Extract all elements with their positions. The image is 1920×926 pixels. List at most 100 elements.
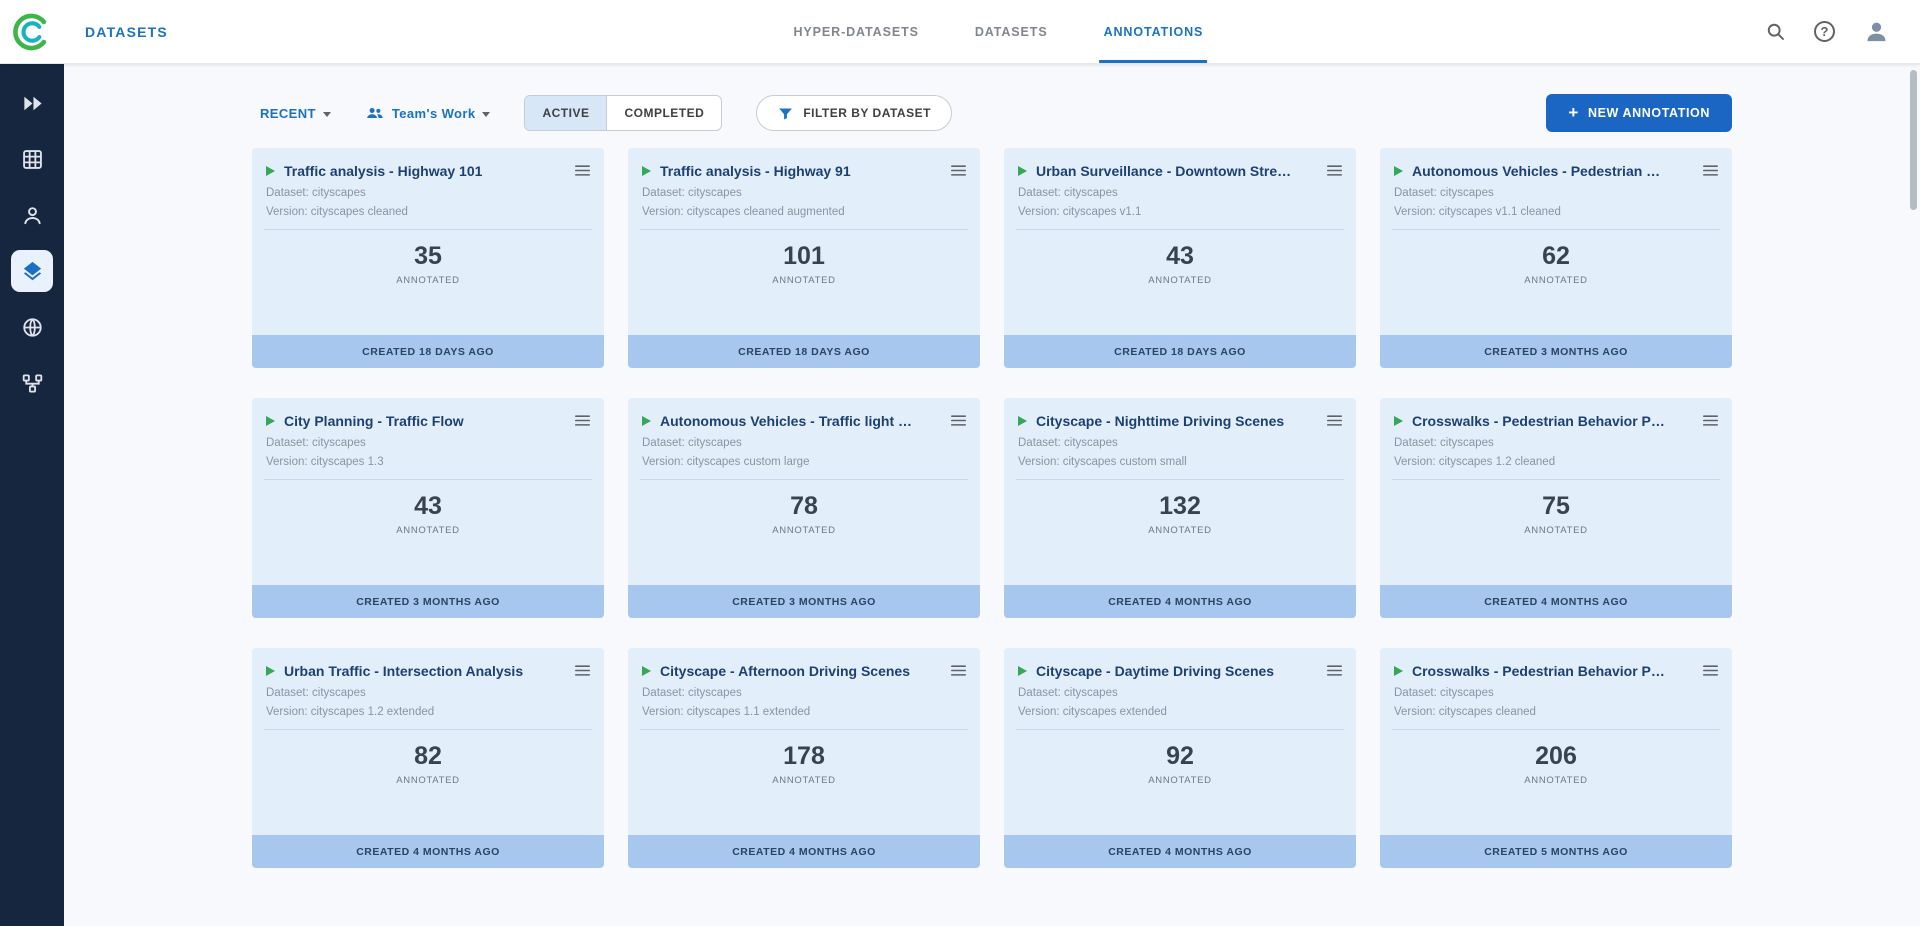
card-version: Version: cityscapes v1.1 bbox=[1004, 199, 1356, 218]
card-created-badge: CREATED 4 MONTHS AGO bbox=[252, 835, 604, 868]
new-annotation-button[interactable]: + NEW ANNOTATION bbox=[1546, 94, 1732, 132]
annotation-title: Cityscape - Afternoon Driving Scenes bbox=[660, 663, 940, 679]
card-created-badge: CREATED 3 MONTHS AGO bbox=[628, 585, 980, 618]
annotation-card[interactable]: Urban Surveillance - Downtown Stre… Data… bbox=[1004, 148, 1356, 368]
scrollbar-thumb[interactable] bbox=[1910, 70, 1917, 210]
scope-dropdown[interactable]: Team's Work bbox=[365, 103, 491, 123]
card-version: Version: cityscapes cleaned bbox=[252, 199, 604, 218]
card-version: Version: cityscapes cleaned bbox=[1380, 699, 1732, 718]
toggle-active[interactable]: ACTIVE bbox=[525, 96, 606, 130]
card-header: Cityscape - Daytime Driving Scenes bbox=[1004, 648, 1356, 680]
team-icon bbox=[365, 103, 385, 123]
play-icon bbox=[1394, 166, 1403, 176]
card-menu-icon[interactable] bbox=[573, 411, 592, 430]
card-created-badge: CREATED 3 MONTHS AGO bbox=[252, 585, 604, 618]
card-menu-icon[interactable] bbox=[949, 161, 968, 180]
tab-hyper-datasets[interactable]: HYPER-DATASETS bbox=[794, 0, 919, 63]
play-icon bbox=[266, 416, 275, 426]
card-created-badge: CREATED 4 MONTHS AGO bbox=[1380, 585, 1732, 618]
card-created-badge: CREATED 18 DAYS AGO bbox=[252, 335, 604, 368]
card-header: Urban Surveillance - Downtown Stre… bbox=[1004, 148, 1356, 180]
play-icon bbox=[642, 666, 651, 676]
sort-dropdown[interactable]: RECENT bbox=[260, 106, 331, 121]
annotated-label: ANNOTATED bbox=[1004, 775, 1356, 786]
filter-by-dataset-button[interactable]: FILTER BY DATASET bbox=[756, 95, 952, 131]
annotation-card[interactable]: Crosswalks - Pedestrian Behavior P… Data… bbox=[1380, 398, 1732, 618]
annotation-card[interactable]: Cityscape - Nighttime Driving Scenes Dat… bbox=[1004, 398, 1356, 618]
search-icon[interactable] bbox=[1765, 21, 1786, 42]
sidebar-item-pipelines[interactable] bbox=[11, 362, 53, 404]
tab-datasets[interactable]: DATASETS bbox=[975, 0, 1048, 63]
annotation-card[interactable]: Urban Traffic - Intersection Analysis Da… bbox=[252, 648, 604, 868]
header-actions: ? bbox=[1765, 18, 1890, 45]
annotation-card[interactable]: City Planning - Traffic Flow Dataset: ci… bbox=[252, 398, 604, 618]
play-icon bbox=[1018, 166, 1027, 176]
annotated-label: ANNOTATED bbox=[252, 775, 604, 786]
card-dataset: Dataset: cityscapes bbox=[1004, 180, 1356, 199]
play-icon bbox=[266, 666, 275, 676]
help-icon[interactable]: ? bbox=[1814, 21, 1835, 42]
play-icon bbox=[1394, 666, 1403, 676]
annotation-card[interactable]: Cityscape - Daytime Driving Scenes Datas… bbox=[1004, 648, 1356, 868]
card-version: Version: cityscapes 1.3 bbox=[252, 449, 604, 468]
sidebar-item-tasks[interactable] bbox=[11, 194, 53, 236]
play-icon bbox=[642, 166, 651, 176]
sidebar-item-models[interactable] bbox=[11, 306, 53, 348]
annotation-card[interactable]: Traffic analysis - Highway 101 Dataset: … bbox=[252, 148, 604, 368]
card-dataset: Dataset: cityscapes bbox=[628, 430, 980, 449]
sidebar bbox=[0, 64, 64, 926]
card-created-badge: CREATED 3 MONTHS AGO bbox=[1380, 335, 1732, 368]
card-created-badge: CREATED 4 MONTHS AGO bbox=[1004, 585, 1356, 618]
sidebar-item-annotations[interactable] bbox=[11, 250, 53, 292]
annotation-title: Urban Traffic - Intersection Analysis bbox=[284, 663, 564, 679]
scope-dropdown-label: Team's Work bbox=[392, 106, 476, 121]
card-dataset: Dataset: cityscapes bbox=[1004, 430, 1356, 449]
tab-annotations[interactable]: ANNOTATIONS bbox=[1104, 0, 1204, 63]
chevron-down-icon bbox=[323, 112, 331, 117]
header-tabs: HYPER-DATASETS DATASETS ANNOTATIONS bbox=[794, 0, 1204, 63]
page-title: DATASETS bbox=[85, 24, 168, 40]
annotation-card[interactable]: Crosswalks - Pedestrian Behavior P… Data… bbox=[1380, 648, 1732, 868]
annotated-label: ANNOTATED bbox=[1004, 525, 1356, 536]
card-menu-icon[interactable] bbox=[1701, 161, 1720, 180]
card-header: Cityscape - Afternoon Driving Scenes bbox=[628, 648, 980, 680]
card-header: Crosswalks - Pedestrian Behavior P… bbox=[1380, 398, 1732, 430]
card-header: Autonomous Vehicles - Pedestrian … bbox=[1380, 148, 1732, 180]
annotated-count: 43 bbox=[1004, 242, 1356, 271]
card-menu-icon[interactable] bbox=[1325, 661, 1344, 680]
card-menu-icon[interactable] bbox=[1701, 661, 1720, 680]
sidebar-item-quickstart[interactable] bbox=[11, 82, 53, 124]
card-header: Cityscape - Nighttime Driving Scenes bbox=[1004, 398, 1356, 430]
card-menu-icon[interactable] bbox=[1701, 411, 1720, 430]
annotation-card[interactable]: Traffic analysis - Highway 91 Dataset: c… bbox=[628, 148, 980, 368]
annotation-title: Crosswalks - Pedestrian Behavior P… bbox=[1412, 663, 1692, 679]
annotation-title: Autonomous Vehicles - Traffic light … bbox=[660, 413, 940, 429]
annotated-count: 101 bbox=[628, 242, 980, 271]
pipelines-icon bbox=[21, 372, 44, 395]
sidebar-item-datasets[interactable] bbox=[11, 138, 53, 180]
card-menu-icon[interactable] bbox=[949, 661, 968, 680]
app-logo-icon bbox=[10, 10, 54, 54]
card-dataset: Dataset: cityscapes bbox=[1380, 430, 1732, 449]
card-version: Version: cityscapes 1.1 extended bbox=[628, 699, 980, 718]
toolbar: RECENT Team's Work ACTIVE COMPLETED bbox=[252, 94, 1732, 132]
card-menu-icon[interactable] bbox=[949, 411, 968, 430]
card-menu-icon[interactable] bbox=[1325, 161, 1344, 180]
card-menu-icon[interactable] bbox=[573, 161, 592, 180]
annotation-card[interactable]: Autonomous Vehicles - Traffic light … Da… bbox=[628, 398, 980, 618]
annotation-title: Traffic analysis - Highway 101 bbox=[284, 163, 564, 179]
app-logo[interactable] bbox=[9, 9, 55, 55]
card-divider bbox=[1016, 229, 1344, 230]
card-version: Version: cityscapes extended bbox=[1004, 699, 1356, 718]
toggle-completed[interactable]: COMPLETED bbox=[606, 96, 721, 130]
annotation-card[interactable]: Cityscape - Afternoon Driving Scenes Dat… bbox=[628, 648, 980, 868]
card-version: Version: cityscapes cleaned augmented bbox=[628, 199, 980, 218]
card-created-badge: CREATED 18 DAYS AGO bbox=[1004, 335, 1356, 368]
card-created-badge: CREATED 4 MONTHS AGO bbox=[628, 835, 980, 868]
annotation-card[interactable]: Autonomous Vehicles - Pedestrian … Datas… bbox=[1380, 148, 1732, 368]
card-version: Version: cityscapes v1.1 cleaned bbox=[1380, 199, 1732, 218]
user-avatar[interactable] bbox=[1863, 18, 1890, 45]
card-menu-icon[interactable] bbox=[573, 661, 592, 680]
card-menu-icon[interactable] bbox=[1325, 411, 1344, 430]
filter-icon bbox=[777, 105, 794, 122]
